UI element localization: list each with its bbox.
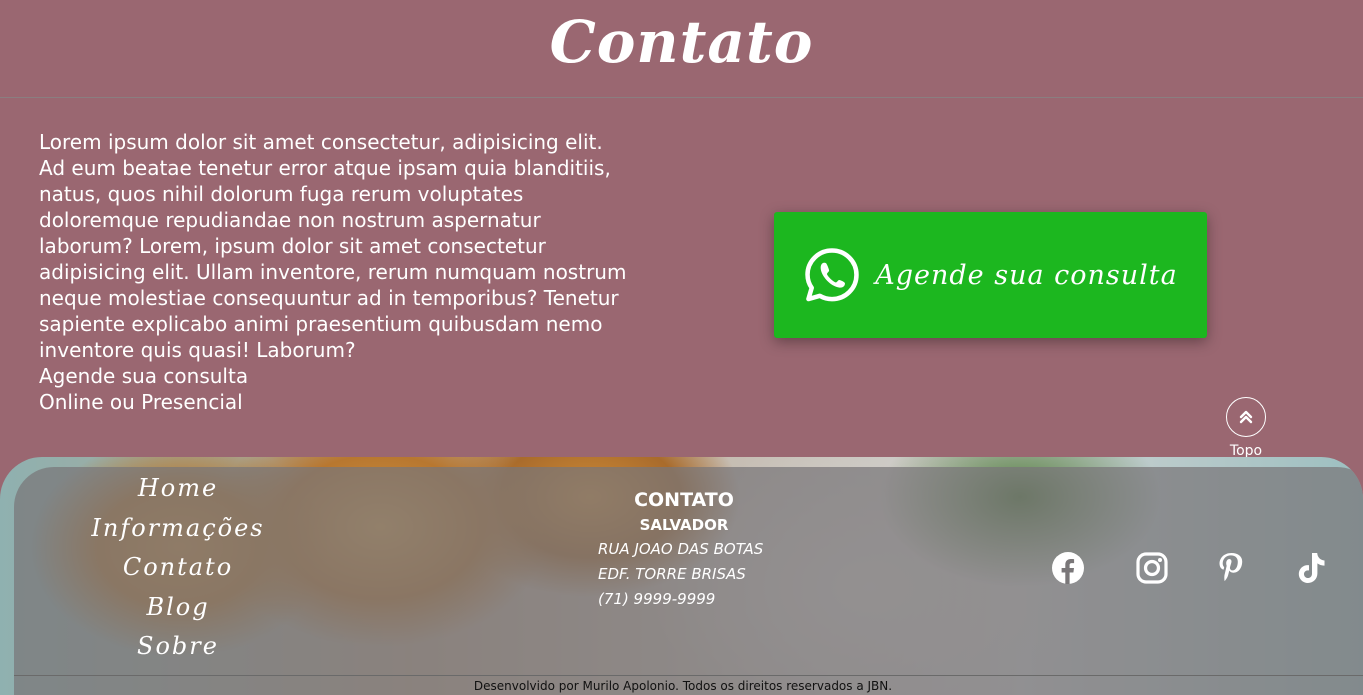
pinterest-icon[interactable] bbox=[1213, 550, 1249, 586]
intro-line-mode: Online ou Presencial bbox=[39, 390, 243, 414]
footer-contact: CONTATO SALVADOR RUA JOAO DAS BOTAS EDF.… bbox=[598, 487, 798, 612]
tiktok-icon[interactable] bbox=[1293, 550, 1329, 586]
header: Contato bbox=[0, 0, 1363, 98]
footer-divider bbox=[14, 675, 1363, 676]
contact-title: CONTATO bbox=[634, 489, 734, 511]
footer-nav-home[interactable]: Home bbox=[78, 469, 278, 509]
contact-address-building: EDF. TORRE BRISAS bbox=[598, 565, 746, 583]
whatsapp-icon bbox=[805, 248, 859, 302]
footer-nav-informacoes[interactable]: Informações bbox=[78, 509, 278, 549]
intro-text: Lorem ipsum dolor sit amet consectetur, … bbox=[39, 129, 629, 415]
intro-paragraph: Lorem ipsum dolor sit amet consectetur, … bbox=[39, 130, 627, 362]
copyright-text: Desenvolvido por Murilo Apolonio. Todos … bbox=[473, 679, 893, 693]
back-to-top-circle bbox=[1226, 397, 1266, 437]
intro-line-schedule: Agende sua consulta bbox=[39, 364, 249, 388]
footer-nav: Home Informações Contato Blog Sobre bbox=[78, 469, 278, 667]
page-title: Contato bbox=[549, 8, 814, 76]
footer: Home Informações Contato Blog Sobre CONT… bbox=[0, 457, 1363, 695]
double-chevron-up-icon bbox=[1239, 410, 1253, 424]
contact-city: SALVADOR bbox=[639, 516, 729, 534]
back-to-top-button[interactable]: Topo bbox=[1222, 397, 1270, 459]
whatsapp-schedule-button[interactable]: Agende sua consulta bbox=[774, 212, 1207, 338]
contact-address-street: RUA JOAO DAS BOTAS bbox=[598, 540, 764, 558]
instagram-icon[interactable] bbox=[1134, 550, 1170, 586]
contact-phone: (71) 9999-9999 bbox=[598, 590, 716, 608]
facebook-icon[interactable] bbox=[1050, 550, 1086, 586]
footer-nav-sobre[interactable]: Sobre bbox=[78, 627, 278, 667]
footer-nav-blog[interactable]: Blog bbox=[78, 588, 278, 628]
footer-nav-contato[interactable]: Contato bbox=[78, 548, 278, 588]
whatsapp-button-label: Agende sua consulta bbox=[875, 259, 1178, 291]
